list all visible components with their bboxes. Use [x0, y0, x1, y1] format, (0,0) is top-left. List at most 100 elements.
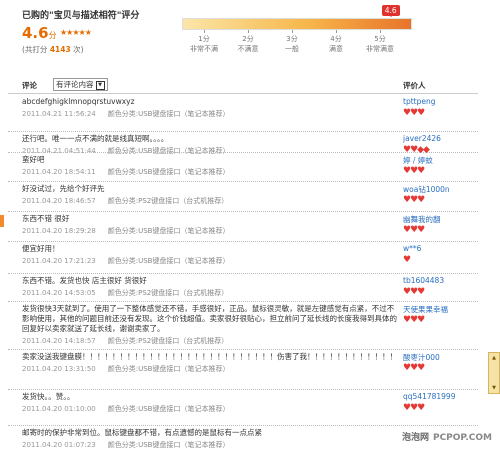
review-text: 还行吧。唯一一点不满的就是线真短啊。。。。 [22, 134, 169, 143]
reviewer-name-link[interactable]: 酸枣汁000 [403, 352, 440, 363]
reviewer-name-link[interactable]: tpttpeng [403, 97, 435, 106]
arrow-down-icon: ▼ [492, 385, 496, 391]
reviewer-name-link[interactable]: 天使果果幸福 [403, 304, 448, 315]
review-text: 蛮好吧 [22, 155, 45, 164]
review-date: 2011.04.20 14:18:57 [22, 337, 96, 345]
review-text: 好没试过，先给个好评先 [22, 184, 105, 193]
reviewer-name-link[interactable]: 婷 / 婷蚊 [403, 155, 433, 166]
review-spec: 颜色分类:PS2键盘接口（台式机推荐） [107, 289, 229, 297]
reviewer-credit-icon: ♥♥♥ [403, 315, 425, 325]
review-meta: 2011.04.20 01:07:23 颜色分类:USB键盘接口（笔记本推荐） [22, 440, 229, 450]
review-filter-dropdown[interactable]: 有评论内容 ▼ [53, 78, 108, 91]
review-spec: 颜色分类:USB键盘接口（笔记本推荐） [107, 441, 230, 449]
star-rating: ★★★★★ [60, 28, 92, 37]
review-meta: 2011.04.20 17:21:23 颜色分类:USB键盘接口（笔记本推荐） [22, 256, 229, 266]
scale-tick-mark [204, 30, 205, 33]
reviewer-column-title: 评价人 [403, 81, 426, 90]
scale-tick-mark [248, 30, 249, 33]
scale-tick-mark [380, 30, 381, 33]
row-divider [8, 349, 478, 350]
review-row: abcdefghigklmnopqrstuvwxyz 2011.04.21 11:… [0, 97, 480, 134]
review-row: 发货快。。赞。。 2011.04.20 01:10:00 颜色分类:USB键盘接口（… [0, 392, 480, 428]
review-date: 2011.04.20 18:29:28 [22, 227, 96, 235]
review-text: abcdefghigklmnopqrstuvwxyz [22, 97, 135, 106]
review-spec: 颜色分类:USB键盘接口（笔记本推荐） [107, 110, 230, 118]
rating-bar-marker: 4.6 [381, 5, 400, 17]
side-marker [0, 215, 4, 227]
review-spec: 颜色分类:USB键盘接口（笔记本推荐） [107, 168, 230, 176]
review-meta: 2011.04.20 18:46:57 颜色分类:PS2键盘接口（台式机推荐） [22, 196, 228, 206]
review-row: 东西不错 很好 2011.04.20 18:29:28 颜色分类:USB键盘接口（笔… [0, 214, 480, 244]
scale-tick: 5分非常满意 [358, 34, 402, 54]
review-spec: 颜色分类:USB键盘接口（笔记本推荐） [107, 257, 230, 265]
reviewer-name-link[interactable]: 幽舞我的翻 [403, 214, 441, 225]
row-divider [8, 131, 478, 132]
reviewer-credit-icon: ♥♥♥ [403, 225, 425, 235]
average-score: 4.6分 [22, 24, 57, 42]
row-divider [8, 152, 478, 153]
review-date: 2011.04.20 18:46:57 [22, 197, 96, 205]
scale-tick-score: 1分 [198, 35, 210, 43]
scale-tick-label: 不满意 [237, 45, 259, 53]
review-meta: 2011.04.20 13:31:50 颜色分类:USB键盘接口（笔记本推荐） [22, 364, 229, 374]
reviewer-name-link[interactable]: javer2426 [403, 134, 441, 143]
review-date: 2011.04.21 04:51:44 [22, 147, 96, 155]
reviewer-name-link[interactable]: w**6 [403, 244, 421, 253]
review-spec: 颜色分类:PS2键盘接口（台式机推荐） [107, 337, 229, 345]
review-spec: 颜色分类:USB键盘接口（笔记本推荐） [107, 227, 230, 235]
scroll-to-top-button[interactable]: ▲ ▼ [488, 352, 500, 394]
reviewer-name-link[interactable]: qq541781999 [403, 392, 455, 401]
scale-tick-score: 4分 [330, 35, 342, 43]
scale-tick-score: 5分 [374, 35, 386, 43]
review-date: 2011.04.21 11:56:24 [22, 110, 96, 118]
review-meta: 2011.04.20 14:18:57 颜色分类:PS2键盘接口（台式机推荐） [22, 336, 228, 346]
review-text: 邮寄时的保护非常到位。鼠标键盘都不错，有点遗憾的是鼠标有一点点紧 [22, 428, 262, 437]
row-divider [8, 211, 478, 212]
total-count: 4143 [49, 45, 71, 54]
scale-tick-label: 一般 [285, 45, 299, 53]
review-text: 发货很快3天就到了。使用了一下整体感觉还不错，手感很好，正品。鼠标很灵敏，就是左… [22, 304, 397, 333]
review-meta: 2011.04.20 18:54:11 颜色分类:USB键盘接口（笔记本推荐） [22, 167, 229, 177]
review-date: 2011.04.20 13:31:50 [22, 365, 96, 373]
scale-tick: 4分满意 [314, 34, 358, 54]
scale-tick-label: 非常不满 [190, 45, 218, 53]
header-divider [8, 93, 478, 94]
review-text: 卖家没送我键盘膜！！！！！！！！！！！！！！！！！！！！！！！！！！伤害了我！！… [22, 352, 397, 361]
rating-scale: 1分 非常不满 2分 不满意 3分 一般 4分 满意 5分 非常满意 [182, 30, 422, 58]
review-date: 2011.04.20 01:07:23 [22, 441, 96, 449]
reviewer-credit-icon: ♥♥♥ [403, 108, 425, 118]
review-row: 卖家没送我键盘膜！！！！！！！！！！！！！！！！！！！！！！！！！！伤害了我！！… [0, 352, 480, 392]
scale-tick-mark [292, 30, 293, 33]
review-row: 好没试过，先给个好评先 2011.04.20 18:46:57 颜色分类:PS2键盘… [0, 184, 480, 214]
reviewer-credit-icon: ♥♥◆◆ [403, 145, 430, 155]
reviewer-name-link[interactable]: tb1604483 [403, 276, 444, 285]
watermark: 泡泡网 PCPOP.COM [401, 433, 492, 443]
rating-section-title: 已购的"宝贝与描述相符"评分 [22, 11, 140, 21]
row-divider [8, 241, 478, 242]
review-row: 发货很快3天就到了。使用了一下整体感觉还不错，手感很好，正品。鼠标很灵敏，就是左… [0, 304, 480, 352]
scale-tick-label: 满意 [329, 45, 343, 53]
review-row: 东西不错。发货也快 店主很好 货很好 2011.04.20 14:53:05 颜色分… [0, 276, 480, 304]
reviewer-credit-icon: ♥♥♥ [403, 166, 425, 176]
row-divider [8, 389, 478, 390]
reviewer-credit-icon: ♥♥♥ [403, 363, 425, 373]
review-meta: 2011.04.21 11:56:24 颜色分类:USB键盘接口（笔记本推荐） [22, 109, 229, 119]
review-meta: 2011.04.20 14:53:05 颜色分类:PS2键盘接口（台式机推荐） [22, 288, 228, 298]
review-spec: 颜色分类:USB键盘接口（笔记本推荐） [107, 405, 230, 413]
review-spec: 颜色分类:USB键盘接口（笔记本推荐） [107, 365, 230, 373]
review-text: 发货快。。赞。。 [22, 392, 75, 401]
review-date: 2011.04.20 18:54:11 [22, 168, 96, 176]
row-divider [8, 273, 478, 274]
scale-tick: 1分非常不满 [182, 34, 226, 54]
review-date: 2011.04.20 17:21:23 [22, 257, 96, 265]
reviewer-name-link[interactable]: woa钻1000n [403, 184, 450, 195]
review-row: 蛮好吧 2011.04.20 18:54:11 颜色分类:USB键盘接口（笔记本推荐… [0, 155, 480, 184]
scale-tick-score: 3分 [286, 35, 298, 43]
review-spec: 颜色分类:USB键盘接口（笔记本推荐） [107, 147, 230, 155]
reviewer-credit-icon: ♥ [403, 255, 411, 265]
review-spec: 颜色分类:PS2键盘接口（台式机推荐） [107, 197, 229, 205]
reviewer-credit-icon: ♥♥♥ [403, 287, 425, 297]
total-ratings: (共打分 4143 次) [22, 45, 84, 54]
scale-tick-label: 非常满意 [366, 45, 394, 53]
scale-tick: 3分一般 [270, 34, 314, 54]
